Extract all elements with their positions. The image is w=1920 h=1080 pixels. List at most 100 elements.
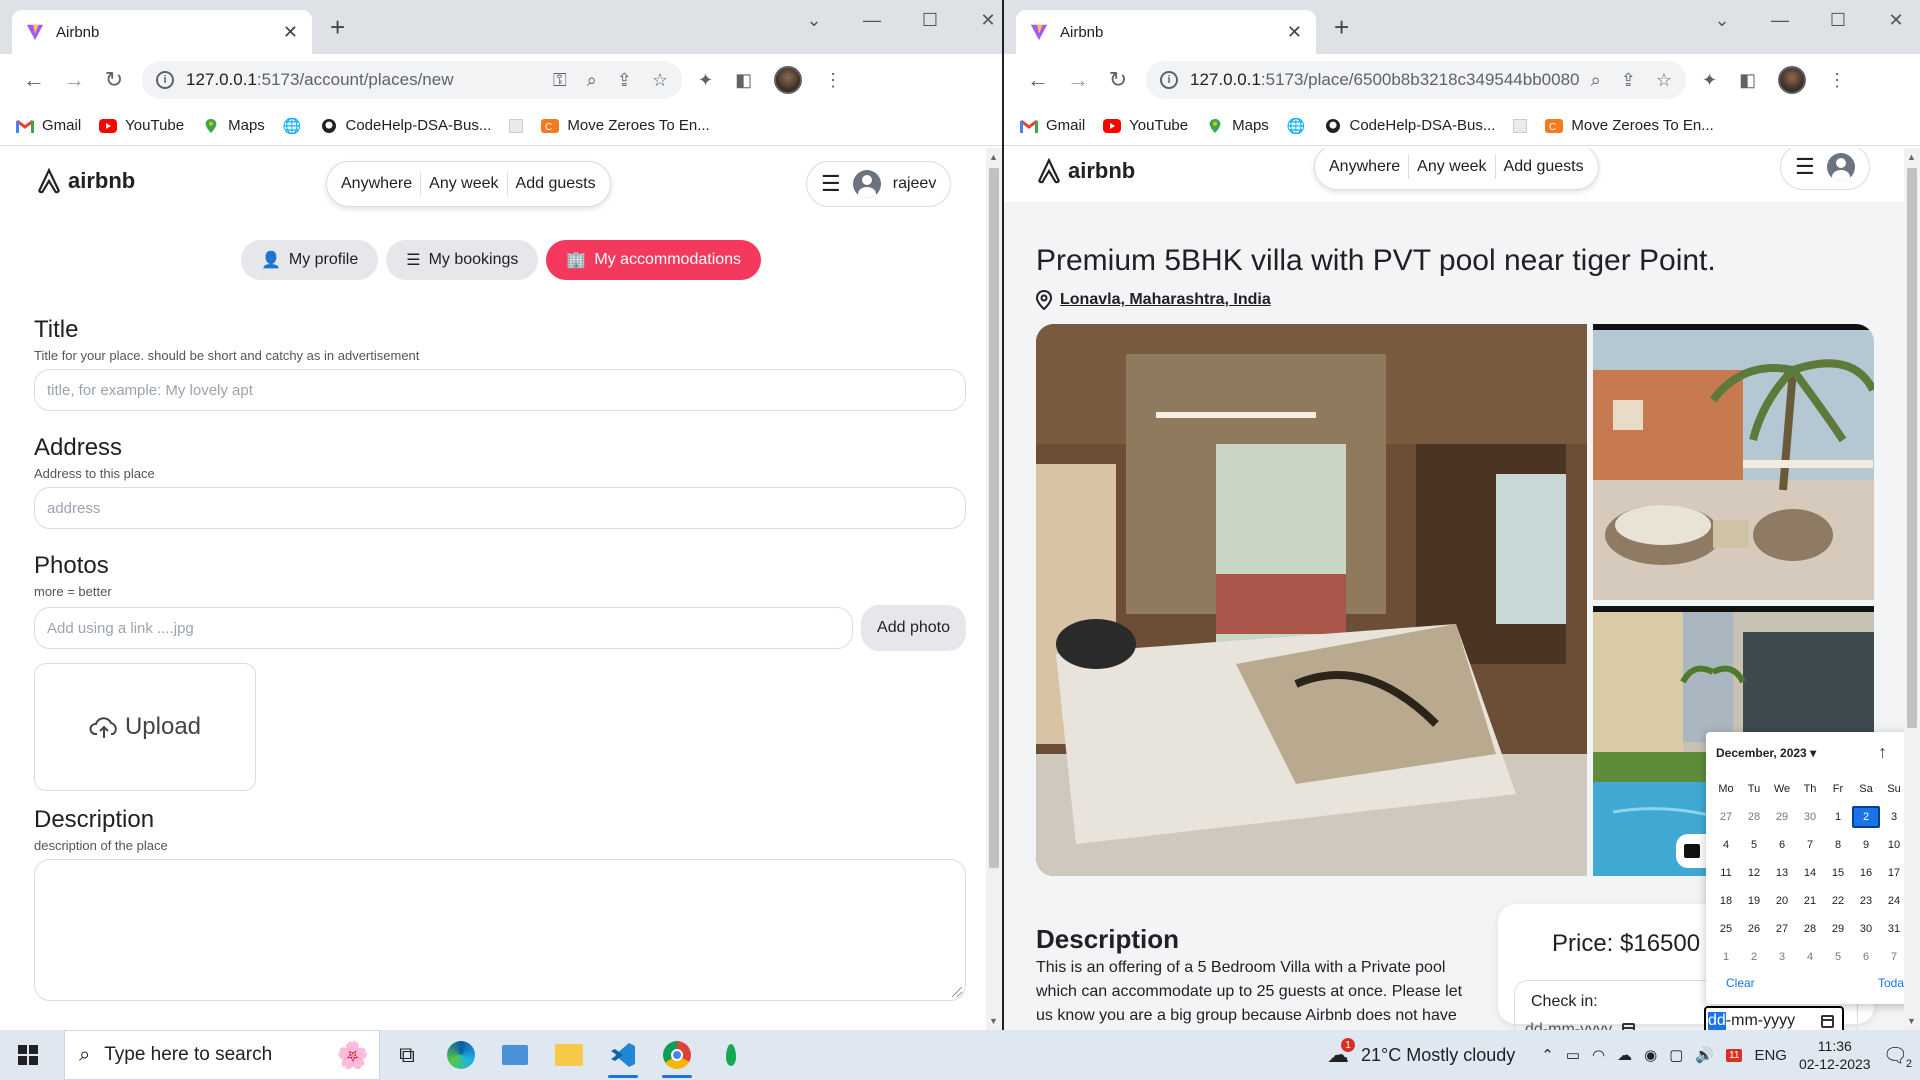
user-menu[interactable]: ☰ rajeev	[806, 161, 952, 207]
search-bar[interactable]: Anywhere Any week Add guests	[1314, 148, 1599, 190]
edge-icon[interactable]	[434, 1030, 488, 1080]
tab-my-accommodations[interactable]: 🏢 My accommodations	[546, 240, 762, 280]
start-button[interactable]	[0, 1030, 56, 1080]
search-anywhere[interactable]: Anywhere	[1329, 158, 1400, 176]
calendar-day[interactable]: 16	[1852, 862, 1880, 884]
clock[interactable]: 11:36 02-12-2023	[1799, 1037, 1871, 1073]
menu-kebab-icon[interactable]: ⋮	[1828, 70, 1846, 91]
calendar-day[interactable]: 14	[1796, 862, 1824, 884]
side-panel-icon[interactable]: ◧	[1739, 70, 1756, 91]
new-tab-icon[interactable]: +	[330, 14, 345, 40]
task-view-icon[interactable]: ⧉	[380, 1030, 434, 1080]
taskbar-search[interactable]: ⌕ Type here to search 🌸	[64, 1030, 380, 1080]
scrollbar[interactable]: ▲ ▼	[1904, 148, 1920, 1030]
calendar-day[interactable]: 22	[1824, 890, 1852, 912]
chevron-down-icon[interactable]: ⌄	[1708, 10, 1736, 31]
bookmark-maps[interactable]: Maps	[202, 117, 265, 134]
reload-icon[interactable]: ↻	[94, 67, 134, 93]
calendar-day[interactable]: 20	[1768, 890, 1796, 912]
checkin-date-input[interactable]: dd-mm-yyyy	[1525, 1021, 1636, 1030]
volume-icon[interactable]: 🔊	[1695, 1046, 1714, 1064]
search-add-guests[interactable]: Add guests	[1504, 158, 1584, 176]
close-window-icon[interactable]: ✕	[974, 10, 1002, 31]
airbnb-logo[interactable]: airbnb	[36, 168, 135, 194]
share-icon[interactable]: ⇪	[1621, 70, 1636, 91]
user-menu[interactable]: ☰	[1780, 148, 1870, 190]
calendar-day[interactable]: 13	[1768, 862, 1796, 884]
back-icon[interactable]: ←	[14, 67, 54, 93]
resize-handle-icon[interactable]	[952, 987, 962, 997]
scrollbar[interactable]: ▲ ▼	[986, 148, 1002, 1030]
datepicker-month-select[interactable]: December, 2023 ▾	[1716, 746, 1816, 760]
calendar-day[interactable]: 6	[1768, 834, 1796, 856]
zoom-icon[interactable]: ⌕	[1591, 70, 1601, 91]
browser-tab[interactable]: Airbnb ✕	[1016, 10, 1316, 54]
checkout-date-input[interactable]: dd -mm-yyyy	[1704, 1006, 1844, 1030]
bedroom-photo[interactable]	[1036, 324, 1587, 876]
mongodb-icon[interactable]	[704, 1030, 758, 1080]
calendar-day[interactable]: 21	[1796, 890, 1824, 912]
maximize-icon[interactable]: ☐	[916, 10, 944, 31]
scroll-down-icon[interactable]: ▼	[989, 1016, 998, 1026]
tab-my-profile[interactable]: 👤 My profile	[240, 240, 379, 280]
datepicker-clear-button[interactable]: Clear	[1726, 976, 1755, 990]
bookmark-maps[interactable]: Maps	[1206, 117, 1269, 134]
terrace-photo[interactable]	[1593, 324, 1874, 600]
battery-icon[interactable]: ▭	[1566, 1046, 1580, 1064]
bookmark-gmail[interactable]: Gmail	[1020, 117, 1085, 134]
bookmark-move-zeroes[interactable]: C Move Zeroes To En...	[1545, 117, 1714, 134]
calendar-day[interactable]: 5	[1740, 834, 1768, 856]
wifi-icon[interactable]: ◠	[1592, 1046, 1605, 1064]
calendar-day[interactable]: 19	[1740, 890, 1768, 912]
profile-avatar[interactable]	[774, 66, 803, 94]
calendar-day[interactable]: 5	[1824, 946, 1852, 968]
calendar-day[interactable]: 12	[1740, 862, 1768, 884]
minimize-icon[interactable]: —	[858, 10, 886, 31]
notifications-icon[interactable]: 🗨 2	[1883, 1043, 1912, 1070]
bookmark-move-zeroes[interactable]: C Move Zeroes To En...	[541, 117, 710, 134]
bookmark-youtube[interactable]: YouTube	[1103, 117, 1188, 134]
search-any-week[interactable]: Any week	[429, 175, 498, 193]
calendar-day[interactable]: 15	[1824, 862, 1852, 884]
bookmark-blank[interactable]	[1513, 118, 1528, 133]
add-photo-button[interactable]: Add photo	[861, 605, 966, 651]
calendar-day[interactable]: 26	[1740, 918, 1768, 940]
bookmark-gmail[interactable]: Gmail	[16, 117, 81, 134]
forward-icon[interactable]: →	[54, 67, 94, 93]
calendar-day[interactable]: 30	[1796, 806, 1824, 828]
close-window-icon[interactable]: ✕	[1882, 10, 1910, 31]
calendar-day[interactable]: 11	[1712, 862, 1740, 884]
close-tab-icon[interactable]: ✕	[283, 22, 298, 43]
address-bar[interactable]: i 127.0.0.1:5173/account/places/new ⚿ ⌕ ⇪ ☆	[142, 61, 682, 99]
bookmark-codehelp[interactable]: CodeHelp-DSA-Bus...	[320, 117, 491, 134]
airbnb-logo[interactable]: airbnb	[1036, 158, 1135, 184]
maximize-icon[interactable]: ☐	[1824, 10, 1852, 31]
search-anywhere[interactable]: Anywhere	[341, 175, 412, 193]
display-icon[interactable]: ▢	[1669, 1046, 1683, 1064]
star-icon[interactable]: ☆	[1656, 70, 1672, 91]
calendar-day[interactable]: 1	[1824, 806, 1852, 828]
scroll-thumb[interactable]	[1907, 168, 1917, 728]
browser-tab[interactable]: Airbnb ✕	[12, 10, 312, 54]
calendar-day[interactable]: 23	[1852, 890, 1880, 912]
calendar-day[interactable]: 18	[1712, 890, 1740, 912]
calendar-day[interactable]: 27	[1712, 806, 1740, 828]
weather-text[interactable]: 21°C Mostly cloudy	[1361, 1045, 1515, 1066]
calendar-day[interactable]: 4	[1712, 834, 1740, 856]
menu-kebab-icon[interactable]: ⋮	[824, 70, 842, 91]
place-location-link[interactable]: Lonavla, Maharashtra, India	[1036, 290, 1271, 310]
bookmark-globe[interactable]: 🌐	[1287, 117, 1306, 135]
title-input[interactable]: title, for example: My lovely apt	[34, 369, 966, 411]
search-any-week[interactable]: Any week	[1417, 158, 1486, 176]
language-indicator[interactable]: ENG	[1754, 1047, 1787, 1064]
key-icon[interactable]: ⚿	[553, 70, 567, 91]
prev-month-icon[interactable]: ↑	[1878, 742, 1887, 763]
file-explorer-icon[interactable]	[488, 1030, 542, 1080]
search-add-guests[interactable]: Add guests	[516, 175, 596, 193]
photo-link-input[interactable]: Add using a link ....jpg	[34, 607, 854, 649]
webcam-icon[interactable]: ◉	[1644, 1046, 1657, 1064]
calendar-day[interactable]: 2	[1740, 946, 1768, 968]
calendar-day[interactable]: 28	[1796, 918, 1824, 940]
profile-avatar[interactable]	[1778, 66, 1807, 94]
calendar-day[interactable]: 4	[1796, 946, 1824, 968]
